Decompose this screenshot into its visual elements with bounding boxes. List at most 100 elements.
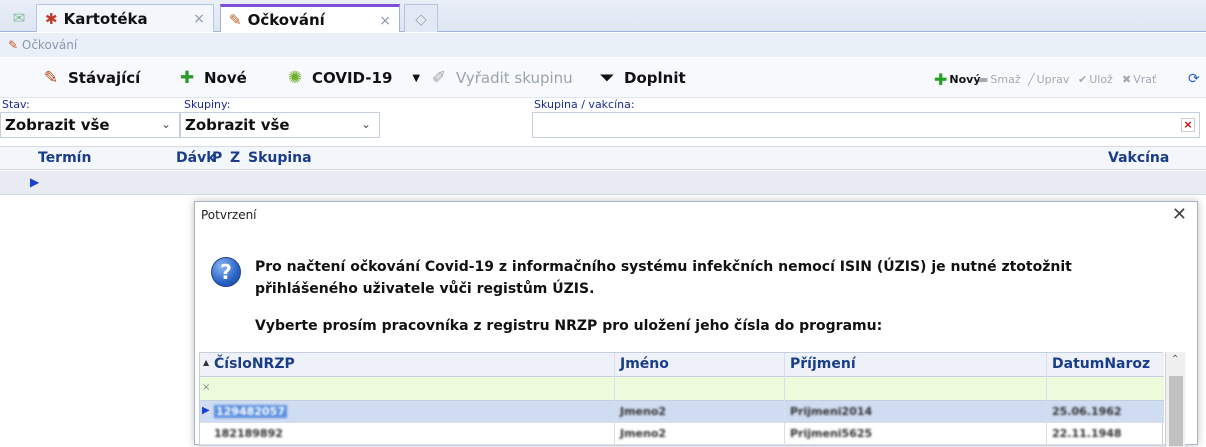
col-termin[interactable]: Termín <box>38 150 91 166</box>
scroll-thumb[interactable] <box>1169 376 1183 446</box>
table-row[interactable]: 182189892 Jmeno2 Prijmeni5625 22.11.1948 <box>200 423 1164 445</box>
cell-nrzp: 182189892 <box>214 427 283 440</box>
tab-label: Očkování <box>247 10 325 29</box>
table-row[interactable]: ▶ <box>0 171 1206 195</box>
scroll-up-icon[interactable]: ⌃ <box>1171 354 1179 365</box>
groups-value: Zobrazit vše <box>185 116 290 134</box>
dialog-prompt: Vyberte prosím pracovníka z registru NRZ… <box>255 318 883 334</box>
covid-button[interactable]: ✺ COVID-19 ▼ <box>284 66 420 90</box>
close-icon[interactable]: × <box>193 11 205 27</box>
col-davka[interactable]: Dávk <box>176 150 216 166</box>
funnel-icon: ⏷ <box>600 68 614 88</box>
cross-icon: ✖ <box>1122 72 1132 86</box>
col-jmeno[interactable]: Jméno <box>620 356 669 372</box>
dialog-title: Potvrzení <box>201 208 257 222</box>
minus-icon: ▬ <box>978 72 989 86</box>
covid-label: COVID-19 <box>312 69 393 87</box>
record-delete-label: Smaž <box>990 72 1021 86</box>
col-z[interactable]: Z <box>230 150 240 166</box>
plus-icon: ✚ <box>934 69 948 89</box>
record-edit-button[interactable]: ╱ Uprav <box>1028 70 1069 88</box>
cell-nrzp: 129482057 <box>214 405 287 418</box>
syringe-icon: ✎ <box>43 68 59 88</box>
col-cislo-nrzp[interactable]: ČísloNRZP <box>214 356 295 372</box>
close-icon[interactable]: ✕ <box>1172 204 1187 225</box>
col-p[interactable]: P <box>212 150 222 166</box>
sort-icon: ▲ <box>203 358 210 367</box>
cell-datum: 22.11.1948 <box>1052 427 1122 440</box>
grid-header: Termín Dávk P Z Skupina Vakcína <box>0 146 1206 170</box>
clear-icon[interactable]: × <box>1181 118 1195 132</box>
record-edit-label: Uprav <box>1036 72 1070 86</box>
col-skupina[interactable]: Skupina <box>248 150 312 166</box>
clear-filter-icon[interactable]: × <box>202 382 210 393</box>
cell-prijmeni: Prijmeni5625 <box>790 427 873 440</box>
new-label: Nové <box>204 69 247 87</box>
tab-kartoteka[interactable]: ✱ Kartotéka × <box>36 4 214 32</box>
dialog-message: Pro načtení očkování Covid-19 z informač… <box>255 259 1072 297</box>
people-icon: ✱ <box>45 9 58 28</box>
tab-label: Kartotéka <box>63 9 148 28</box>
status-label: Stav: <box>2 98 30 111</box>
check-icon: ✔ <box>1078 72 1088 86</box>
cell-jmeno: Jmeno2 <box>620 427 667 440</box>
refresh-icon[interactable]: ⟳ <box>1188 70 1200 88</box>
chevron-down-icon: ⌄ <box>360 117 371 131</box>
col-datum-naroz[interactable]: DatumNaroz <box>1052 356 1150 372</box>
pencil-icon: ╱ <box>1028 72 1035 86</box>
filter-bar: Stav: Zobrazit vše ⌄ Skupiny: Zobrazit v… <box>0 98 1206 144</box>
toolbar: ✎ Stávající ✚ Nové ✺ COVID-19 ▼ ✐ Vyřadi… <box>0 58 1206 98</box>
question-icon: ? <box>211 257 241 287</box>
record-revert-label: Vrať <box>1133 72 1157 86</box>
record-save-label: Ulož <box>1089 72 1113 86</box>
row-pointer-icon: ▶ <box>202 405 210 416</box>
table-row[interactable]: ▶ 129482057 Jmeno2 Prijmeni2014 25.06.19… <box>200 401 1164 423</box>
groups-combo[interactable]: Zobrazit vše ⌄ <box>180 112 380 138</box>
row-pointer-icon: ▶ <box>30 175 40 189</box>
fill-button[interactable]: ⏷ Doplnit <box>596 66 686 90</box>
record-new-label: Nový <box>949 72 981 86</box>
status-value: Zobrazit vše <box>5 116 110 134</box>
record-revert-button[interactable]: ✖ Vrať <box>1122 70 1156 88</box>
confirmation-dialog: Potvrzení ✕ ? Pro načtení očkování Covid… <box>194 201 1198 447</box>
close-icon[interactable]: × <box>379 13 391 29</box>
cell-jmeno: Jmeno2 <box>620 405 667 418</box>
cell-prijmeni: Prijmeni2014 <box>790 405 873 418</box>
new-tab-button[interactable]: ◇ <box>404 4 438 32</box>
pen-icon: ✐ <box>431 68 447 88</box>
vertical-scrollbar[interactable]: ⌃ <box>1165 352 1185 446</box>
column-divider <box>614 353 615 447</box>
mail-icon[interactable]: ✉ <box>6 4 32 32</box>
filter-row[interactable]: × <box>200 377 1164 401</box>
syringe-icon: ✎ <box>229 10 242 29</box>
virus-icon: ✺ <box>287 68 303 88</box>
remove-group-label: Vyřadit skupinu <box>456 69 573 87</box>
record-new-button[interactable]: ✚ Nový <box>934 69 981 89</box>
add-syringe-icon: ✚ <box>179 68 195 88</box>
status-combo[interactable]: Zobrazit vše ⌄ <box>0 112 180 138</box>
col-vakcina[interactable]: Vakcína <box>1108 150 1169 166</box>
cell-datum: 25.06.1962 <box>1052 405 1122 418</box>
column-divider <box>1046 353 1047 447</box>
new-vaccination-button[interactable]: ✚ Nové <box>176 66 247 90</box>
chevron-down-icon: ⌄ <box>160 117 171 131</box>
col-prijmeni[interactable]: Příjmení <box>790 356 856 372</box>
tab-ockovani[interactable]: ✎ Očkování × <box>220 4 400 32</box>
breadcrumb-label: Očkování <box>21 38 78 52</box>
breadcrumb: ✎ Očkování <box>0 33 1206 57</box>
existing-label: Stávající <box>68 69 141 87</box>
record-delete-button[interactable]: ▬ Smaž <box>978 70 1021 88</box>
record-save-button[interactable]: ✔ Ulož <box>1078 70 1113 88</box>
group-vaccine-label: Skupina / vakcína: <box>534 98 635 111</box>
groups-label: Skupiny: <box>184 98 231 111</box>
existing-button[interactable]: ✎ Stávající <box>40 66 140 90</box>
chevron-down-icon[interactable]: ▼ <box>412 73 420 84</box>
syringe-icon: ✎ <box>8 38 19 52</box>
tab-bar: ✉ ✱ Kartotéka × ✎ Očkování × ◇ <box>0 0 1206 32</box>
remove-group-button[interactable]: ✐ Vyřadit skupinu <box>428 66 573 90</box>
nrzp-table: ▲ ČísloNRZP Jméno Příjmení DatumNaroz × … <box>199 352 1164 447</box>
nrzp-header: ▲ ČísloNRZP Jméno Příjmení DatumNaroz <box>200 353 1164 377</box>
fill-label: Doplnit <box>624 69 686 87</box>
column-divider <box>784 353 785 447</box>
group-vaccine-input[interactable]: × <box>532 112 1200 138</box>
